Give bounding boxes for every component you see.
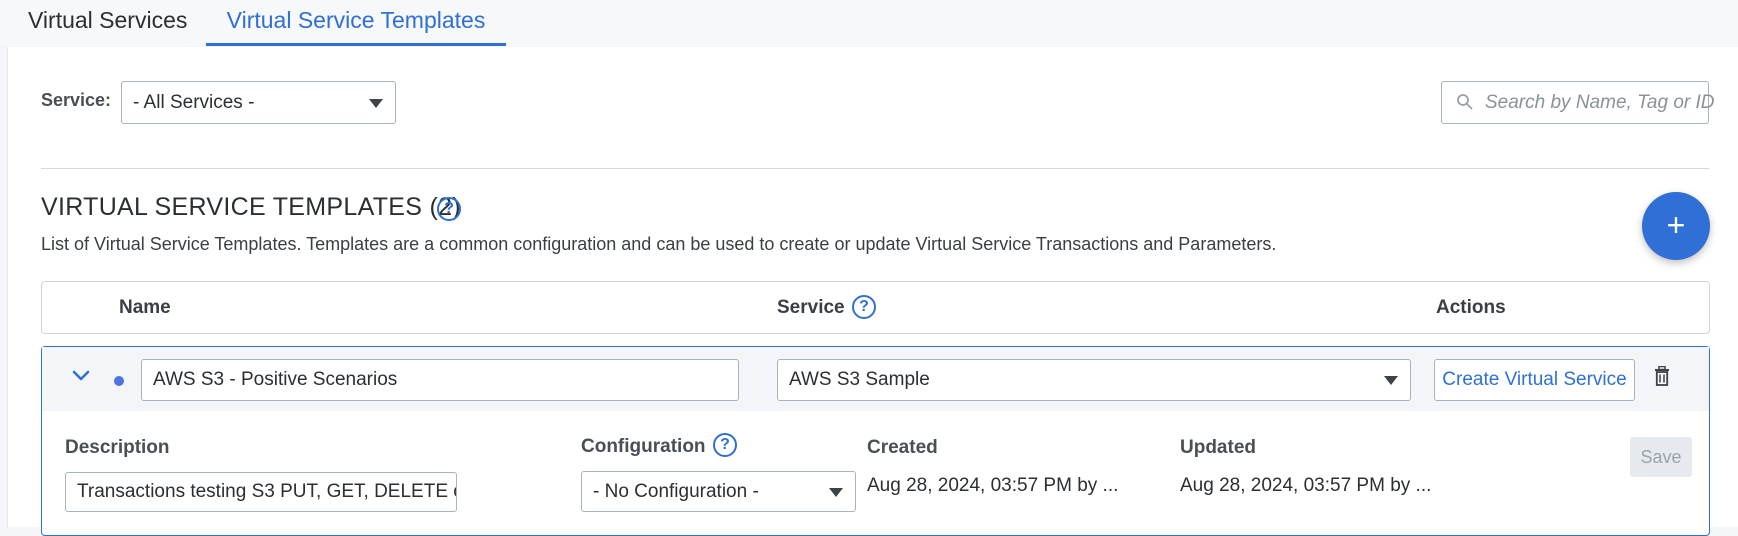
search-input[interactable]: Search by Name, Tag or ID (1441, 81, 1715, 124)
save-button[interactable]: Save (1630, 437, 1692, 477)
column-header-name: Name (119, 297, 171, 318)
configuration-value: - No Configuration - (593, 481, 759, 502)
section-title: VIRTUAL SERVICE TEMPLATES (2) (41, 193, 461, 221)
service-filter-value: - All Services - (133, 92, 255, 113)
service-help-icon[interactable]: ? (852, 295, 876, 319)
table-header: Name Service ? Actions (41, 281, 1710, 334)
updated-value: Aug 28, 2024, 03:57 PM by ... (1180, 475, 1432, 496)
create-virtual-service-button[interactable]: Create Virtual Service (1434, 359, 1635, 401)
template-service-value: AWS S3 Sample (789, 369, 930, 390)
caret-down-icon (1384, 376, 1398, 385)
created-value: Aug 28, 2024, 03:57 PM by ... (867, 475, 1119, 496)
status-dot (114, 376, 124, 386)
add-template-button[interactable]: + (1642, 192, 1710, 260)
trash-icon[interactable] (1654, 366, 1670, 386)
configuration-label: Configuration (581, 436, 706, 457)
chevron-down-icon[interactable] (72, 370, 90, 382)
updated-label: Updated (1180, 437, 1256, 458)
template-name-input[interactable]: AWS S3 - Positive Scenarios (141, 359, 739, 401)
search-placeholder: Search by Name, Tag or ID (1485, 92, 1715, 113)
service-filter-select[interactable]: - All Services - (121, 81, 396, 124)
service-filter-label: Service: (41, 90, 112, 110)
column-header-service: Service (777, 297, 845, 318)
table-row: AWS S3 - Positive Scenarios AWS S3 Sampl… (41, 346, 1710, 536)
configuration-help-icon[interactable]: ? (713, 433, 737, 457)
divider (41, 168, 1709, 169)
row-summary: AWS S3 - Positive Scenarios AWS S3 Sampl… (42, 347, 1709, 411)
section-description: List of Virtual Service Templates. Templ… (41, 234, 1277, 254)
search-icon (1457, 94, 1473, 110)
template-service-select[interactable]: AWS S3 Sample (777, 359, 1411, 401)
caret-down-icon (829, 487, 843, 497)
configuration-select[interactable]: - No Configuration - (581, 471, 856, 512)
tab-virtual-services[interactable]: Virtual Services (28, 0, 187, 46)
tab-bar: Virtual Services Virtual Service Templat… (0, 0, 1738, 46)
description-input[interactable]: Transactions testing S3 PUT, GET, DELETE… (65, 472, 457, 512)
created-label: Created (867, 437, 938, 458)
tab-virtual-service-templates[interactable]: Virtual Service Templates (206, 0, 506, 46)
caret-down-icon (369, 98, 383, 108)
description-label: Description (65, 437, 170, 458)
column-header-actions: Actions (1436, 297, 1506, 318)
help-icon[interactable]: ? (437, 197, 461, 221)
